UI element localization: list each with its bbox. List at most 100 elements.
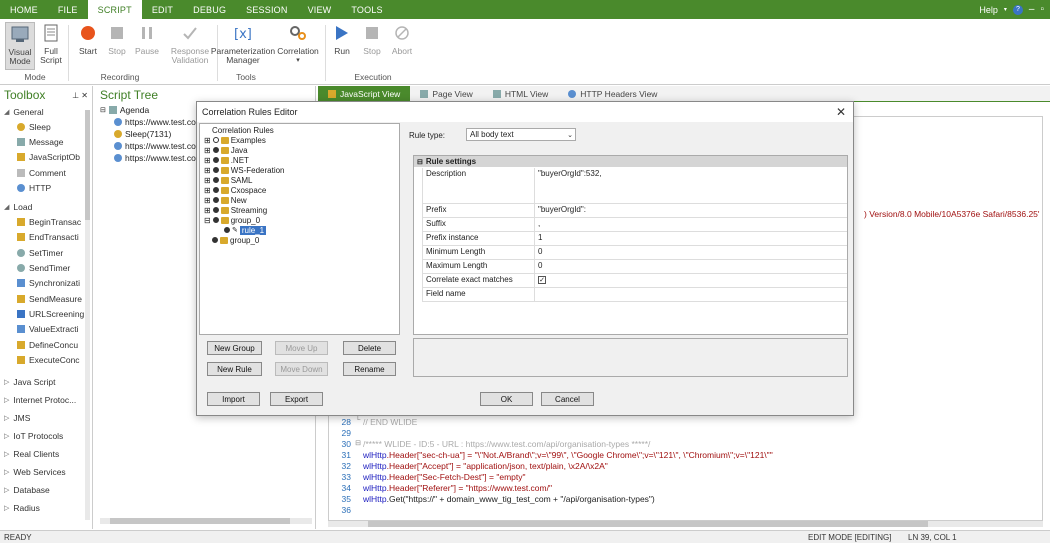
radio-icon[interactable] — [212, 237, 218, 243]
full-script-button[interactable]: Full Script — [38, 22, 64, 65]
toolbox-item-executeconcurrent[interactable]: ExecuteConc — [0, 352, 92, 367]
rule-type-select[interactable]: All body text ⌄ — [466, 128, 576, 141]
tree-node-group-0-b[interactable]: group_0 — [212, 235, 259, 245]
scrollbar-thumb[interactable] — [110, 518, 290, 524]
toolbox-category-load[interactable]: ◢ Load — [0, 199, 92, 214]
setting-row-correlate-exact[interactable]: Correlate exact matches ✓ — [422, 274, 847, 288]
collapse-icon[interactable]: ⊟ — [204, 216, 211, 225]
run-button[interactable]: Run — [330, 22, 354, 56]
toolbox-item-settimer[interactable]: SetTimer — [0, 245, 92, 260]
maximize-icon[interactable]: ▫ — [1040, 4, 1044, 15]
menu-tab-debug[interactable]: DEBUG — [183, 0, 236, 19]
menu-tab-home[interactable]: HOME — [0, 0, 48, 19]
tab-html-view[interactable]: HTML View — [483, 86, 558, 101]
pause-button[interactable]: Pause — [134, 22, 160, 56]
setting-row-maximum-length[interactable]: Maximum Length 0 — [422, 260, 847, 274]
toolbox-item-synchronization[interactable]: Synchronizati — [0, 276, 92, 291]
expand-icon[interactable]: ⊞ — [204, 176, 211, 185]
toolbox-scrollbar[interactable] — [85, 110, 90, 520]
toolbox-item-sendtimer[interactable]: SendTimer — [0, 260, 92, 275]
expand-icon[interactable]: ⊞ — [204, 166, 211, 175]
script-tree-hscrollbar[interactable] — [100, 518, 312, 524]
ok-button[interactable]: OK — [480, 392, 533, 406]
fold-icon[interactable]: ⊟ — [353, 439, 363, 450]
stop-execution-button[interactable]: Stop — [360, 22, 384, 56]
menu-tab-view[interactable]: VIEW — [298, 0, 342, 19]
setting-row-prefix-instance[interactable]: Prefix instance 1 — [422, 232, 847, 246]
close-icon[interactable]: ✕ — [829, 105, 853, 119]
tree-node-group-0[interactable]: ⊟ group_0 — [204, 215, 260, 225]
radio-icon[interactable] — [212, 167, 219, 173]
move-up-button[interactable]: Move Up — [275, 341, 328, 355]
tree-node-rule-1[interactable]: ✎ rule_1 — [224, 225, 267, 235]
cancel-button[interactable]: Cancel — [541, 392, 594, 406]
menu-tab-edit[interactable]: EDIT — [142, 0, 183, 19]
export-button[interactable]: Export — [270, 392, 323, 406]
start-button[interactable]: Start — [76, 22, 100, 56]
setting-row-description[interactable]: Description "buyerOrgId":532, — [422, 168, 847, 204]
toolbox-category-jms[interactable]: ▷ JMS — [0, 409, 92, 427]
correlation-rules-tree[interactable]: Correlation Rules ⊞ Examples ⊞ Java ⊞ .NET … — [199, 123, 400, 335]
tree-node-dotnet[interactable]: ⊞ .NET — [204, 155, 249, 165]
setting-value[interactable] — [535, 288, 847, 301]
menu-tab-file[interactable]: FILE — [48, 0, 88, 19]
radio-icon[interactable] — [212, 207, 219, 213]
radio-icon[interactable] — [212, 187, 219, 193]
menu-tab-session[interactable]: SESSION — [236, 0, 297, 19]
menu-tab-tools[interactable]: TOOLS — [341, 0, 392, 19]
menu-tab-script[interactable]: SCRIPT — [87, 0, 142, 19]
parameterization-manager-button[interactable]: [x] Parameterization Manager — [210, 22, 276, 65]
help-menu[interactable]: Help — [979, 5, 998, 15]
import-button[interactable]: Import — [207, 392, 260, 406]
tree-node-ws-federation[interactable]: ⊞ WS-Federation — [204, 165, 285, 175]
setting-value[interactable]: "buyerOrgId":532, — [535, 168, 847, 203]
setting-value[interactable]: , — [535, 218, 847, 231]
correlation-dropdown-icon[interactable]: ▾ — [276, 56, 320, 65]
toolbox-category-javascript[interactable]: ▷ Java Script — [0, 373, 92, 391]
setting-value[interactable]: 0 — [535, 260, 847, 273]
radio-icon[interactable] — [212, 217, 219, 223]
expand-icon[interactable]: ⊞ — [204, 206, 211, 215]
tree-root[interactable]: Correlation Rules — [212, 125, 274, 135]
radio-icon[interactable] — [212, 157, 219, 163]
expand-icon[interactable]: ⊞ — [204, 136, 211, 145]
help-dropdown-icon[interactable]: ▾ — [1004, 6, 1007, 13]
expand-icon[interactable]: ⊞ — [204, 196, 211, 205]
tab-javascript-view[interactable]: JavaScript View — [318, 86, 411, 101]
minimize-icon[interactable]: – — [1029, 4, 1035, 15]
radio-icon[interactable] — [212, 197, 219, 203]
tree-node-saml[interactable]: ⊞ SAML — [204, 175, 253, 185]
editor-hscrollbar[interactable] — [328, 521, 1043, 527]
tree-node-java[interactable]: ⊞ Java — [204, 145, 248, 155]
toolbox-item-message[interactable]: Message — [0, 134, 92, 149]
tree-node-new[interactable]: ⊞ New — [204, 195, 247, 205]
setting-row-field-name[interactable]: Field name — [422, 288, 847, 302]
radio-icon[interactable] — [212, 137, 219, 143]
toolbox-item-javascriptobject[interactable]: JavaScriptOb — [0, 150, 92, 165]
setting-row-minimum-length[interactable]: Minimum Length 0 — [422, 246, 847, 260]
pin-icon[interactable]: ⊥ ✕ — [72, 91, 88, 100]
abort-button[interactable]: Abort — [389, 22, 415, 56]
tab-http-headers-view[interactable]: HTTP Headers View — [558, 86, 667, 101]
tree-node-streaming[interactable]: ⊞ Streaming — [204, 205, 267, 215]
delete-button[interactable]: Delete — [343, 341, 396, 355]
tab-page-view[interactable]: Page View — [410, 86, 482, 101]
expand-icon[interactable]: ⊞ — [204, 156, 211, 165]
setting-value[interactable]: 0 — [535, 246, 847, 259]
correlation-button[interactable]: Correlation ▾ — [276, 22, 320, 65]
toolbox-item-http[interactable]: HTTP — [0, 180, 92, 195]
toolbox-category-web-services[interactable]: ▷ Web Services — [0, 463, 92, 481]
scrollbar-thumb[interactable] — [85, 110, 90, 220]
toolbox-item-defineconcurrent[interactable]: DefineConcu — [0, 337, 92, 352]
visual-mode-button[interactable]: Visual Mode — [5, 22, 35, 70]
toolbox-category-radius[interactable]: ▷ Radius — [0, 499, 92, 517]
toolbox-item-valueextractor[interactable]: ValueExtracti — [0, 322, 92, 337]
radio-icon[interactable] — [224, 227, 230, 233]
tree-node-cxospace[interactable]: ⊞ Cxospace — [204, 185, 266, 195]
help-icon[interactable]: ? — [1012, 4, 1023, 15]
tree-node-examples[interactable]: ⊞ Examples — [204, 135, 266, 145]
stop-recording-button[interactable]: Stop — [105, 22, 129, 56]
rename-button[interactable]: Rename — [343, 362, 396, 376]
new-rule-button[interactable]: New Rule — [207, 362, 262, 376]
toolbox-item-begintransaction[interactable]: BeginTransac — [0, 214, 92, 229]
